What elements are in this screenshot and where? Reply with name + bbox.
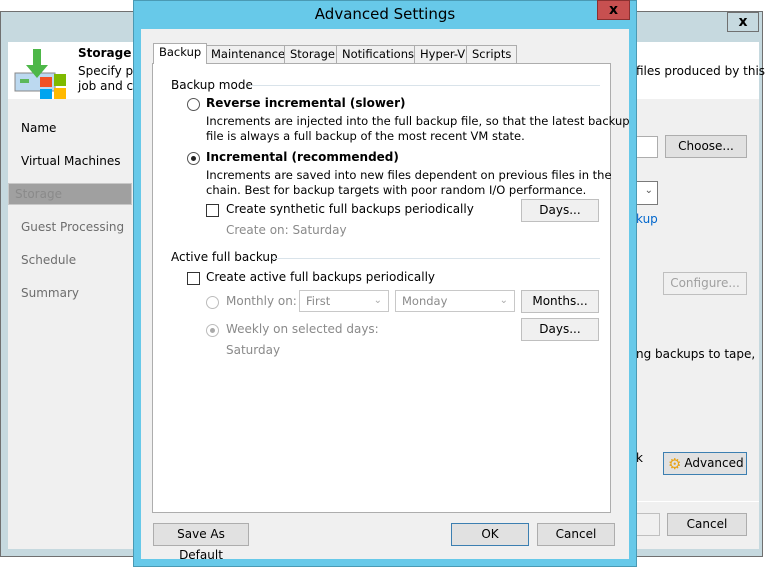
nav-summary[interactable]: Summary [8, 282, 132, 305]
weekly-value: Saturday [226, 343, 281, 357]
tab-hyper-v[interactable]: Hyper-V [414, 45, 472, 64]
chevron-down-icon: ⌄ [644, 185, 653, 196]
nav-storage[interactable]: Storage [8, 183, 132, 205]
incremental-desc-2: chain. Best for backup targets with poor… [206, 183, 587, 197]
monthly-day-select[interactable]: Monday ⌄ [395, 290, 515, 312]
tab-scripts[interactable]: Scripts [466, 45, 518, 64]
advanced-label: Advanced [684, 456, 744, 470]
incremental-label: Incremental (recommended) [206, 150, 399, 164]
monthly-week-select[interactable]: First ⌄ [299, 290, 389, 312]
nav-guest-processing[interactable]: Guest Processing [8, 216, 132, 239]
active-full-label: Create active full backups periodically [206, 270, 436, 284]
wizard-header-title: Storage [78, 46, 132, 60]
divider [250, 85, 600, 86]
active-full-checkbox[interactable] [187, 272, 200, 285]
divider [272, 258, 600, 259]
create-on-text: Create on: Saturday [226, 223, 347, 237]
reverse-incremental-radio[interactable] [187, 98, 200, 111]
save-as-default-button[interactable]: Save As Default [153, 523, 249, 562]
tab-notifications[interactable]: Notifications [336, 45, 420, 64]
tab-maintenance[interactable]: Maintenance [205, 45, 292, 64]
monthly-day-value: Monday [402, 294, 448, 308]
incremental-radio[interactable] [187, 152, 200, 165]
configure-button[interactable]: Configure... [663, 272, 747, 295]
backup-mode-heading: Backup mode [171, 78, 253, 92]
synthetic-days-button[interactable]: Days... [521, 199, 599, 222]
dialog-title: Advanced Settings [314, 5, 456, 23]
synthetic-full-label: Create synthetic full backups periodical… [226, 202, 474, 216]
reverse-incremental-label: Reverse incremental (slower) [206, 96, 406, 110]
k-text: k [636, 451, 643, 465]
dialog-close-button[interactable]: x [597, 0, 630, 20]
storage-icon [14, 48, 68, 100]
nav-virtual-machines[interactable]: Virtual Machines [8, 150, 132, 173]
chevron-down-icon: ⌄ [499, 295, 508, 306]
reverse-desc: Increments are injected into the full ba… [206, 114, 630, 128]
advanced-button[interactable]: ⚙ Advanced [663, 452, 747, 475]
nav-name[interactable]: Name [8, 117, 132, 140]
wizard-cancel-button[interactable]: Cancel [667, 513, 747, 536]
monthly-week-value: First [306, 294, 331, 308]
tab-storage[interactable]: Storage [284, 45, 341, 64]
weekly-radio[interactable] [206, 324, 219, 337]
wizard-close-button[interactable]: x [727, 12, 759, 32]
incremental-desc: Increments are saved into new files depe… [206, 168, 612, 182]
monthly-radio[interactable] [206, 296, 219, 309]
reverse-desc-2: file is always a full backup of the most… [206, 129, 525, 143]
gear-icon: ⚙ [668, 455, 682, 473]
weekly-label: Weekly on selected days: [226, 322, 379, 336]
cancel-button[interactable]: Cancel [537, 523, 615, 546]
nav-schedule[interactable]: Schedule [8, 249, 132, 272]
wizard-header-desc-right: files produced by this [636, 64, 766, 78]
tape-text: ng backups to tape, [636, 347, 756, 361]
monthly-label: Monthly on: [226, 294, 297, 308]
weekly-days-button[interactable]: Days... [521, 318, 599, 341]
footer-divider [636, 501, 759, 502]
synthetic-full-checkbox[interactable] [206, 204, 219, 217]
wizard-header-desc-2: job and cu [78, 79, 141, 93]
choose-button[interactable]: Choose... [665, 135, 747, 158]
chevron-down-icon: ⌄ [373, 295, 382, 306]
active-full-heading: Active full backup [171, 250, 278, 264]
backup-link[interactable]: kup [636, 212, 658, 226]
tab-backup[interactable]: Backup [153, 43, 208, 64]
months-button[interactable]: Months... [521, 290, 599, 313]
wizard-header-desc: Specify pr [78, 64, 139, 78]
ok-button[interactable]: OK [451, 523, 529, 546]
